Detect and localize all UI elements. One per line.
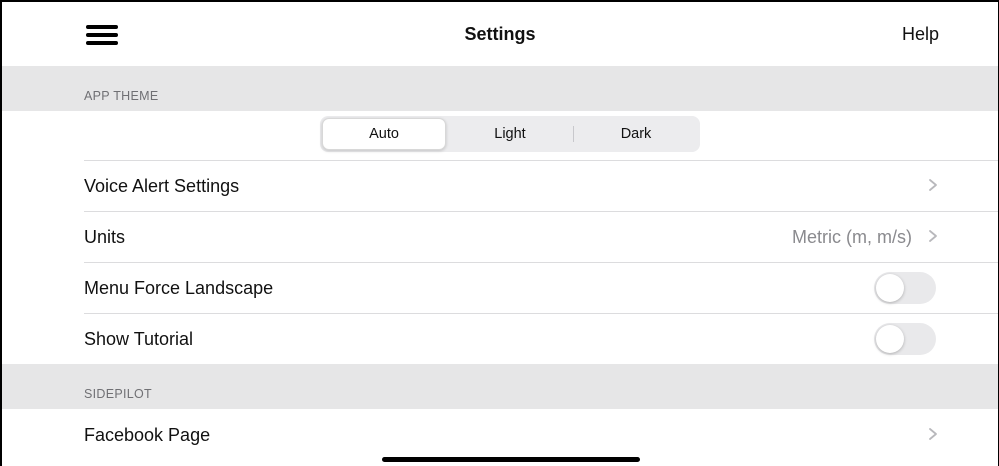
toggle-knob	[876, 325, 904, 353]
theme-segmented-control: Auto Light Dark	[320, 116, 700, 152]
row-label: Units	[84, 227, 126, 247]
section-header-label: SIDEPILOT	[84, 387, 152, 401]
show-tutorial-row: Show Tutorial	[2, 313, 998, 364]
section-header-app-theme: APP THEME	[2, 66, 998, 111]
chevron-right-icon	[929, 428, 937, 440]
row-divider	[84, 262, 998, 263]
facebook-page-row[interactable]: Facebook Page	[2, 409, 998, 460]
theme-option-auto[interactable]: Auto	[322, 118, 446, 150]
chevron-right-icon	[929, 179, 937, 191]
row-label: Facebook Page	[84, 425, 211, 445]
row-divider	[84, 313, 998, 314]
row-divider	[84, 211, 998, 212]
section-header-label: APP THEME	[84, 89, 159, 103]
toggle-knob	[876, 274, 904, 302]
help-button[interactable]: Help	[902, 24, 939, 45]
show-tutorial-toggle[interactable]	[874, 323, 936, 355]
theme-option-dark[interactable]: Dark	[574, 118, 698, 150]
menu-force-landscape-row: Menu Force Landscape	[2, 262, 998, 313]
menu-force-landscape-toggle[interactable]	[874, 272, 936, 304]
navigation-bar: Settings Help	[2, 2, 998, 66]
voice-alert-settings-row[interactable]: Voice Alert Settings	[2, 160, 998, 211]
row-label: Voice Alert Settings	[84, 176, 240, 196]
units-row[interactable]: Units Metric (m, m/s)	[2, 211, 998, 262]
chevron-right-icon	[929, 230, 937, 242]
settings-screen: Settings Help APP THEME Auto Light Dark …	[0, 0, 999, 466]
units-value: Metric (m, m/s)	[792, 227, 912, 247]
theme-option-light[interactable]: Light	[448, 118, 572, 150]
theme-row: Auto Light Dark	[2, 111, 998, 160]
home-indicator	[382, 457, 640, 462]
page-title: Settings	[464, 24, 536, 44]
row-label: Show Tutorial	[84, 329, 194, 349]
row-label: Menu Force Landscape	[84, 278, 274, 298]
row-divider	[84, 160, 998, 161]
section-header-sidepilot: SIDEPILOT	[2, 364, 998, 409]
